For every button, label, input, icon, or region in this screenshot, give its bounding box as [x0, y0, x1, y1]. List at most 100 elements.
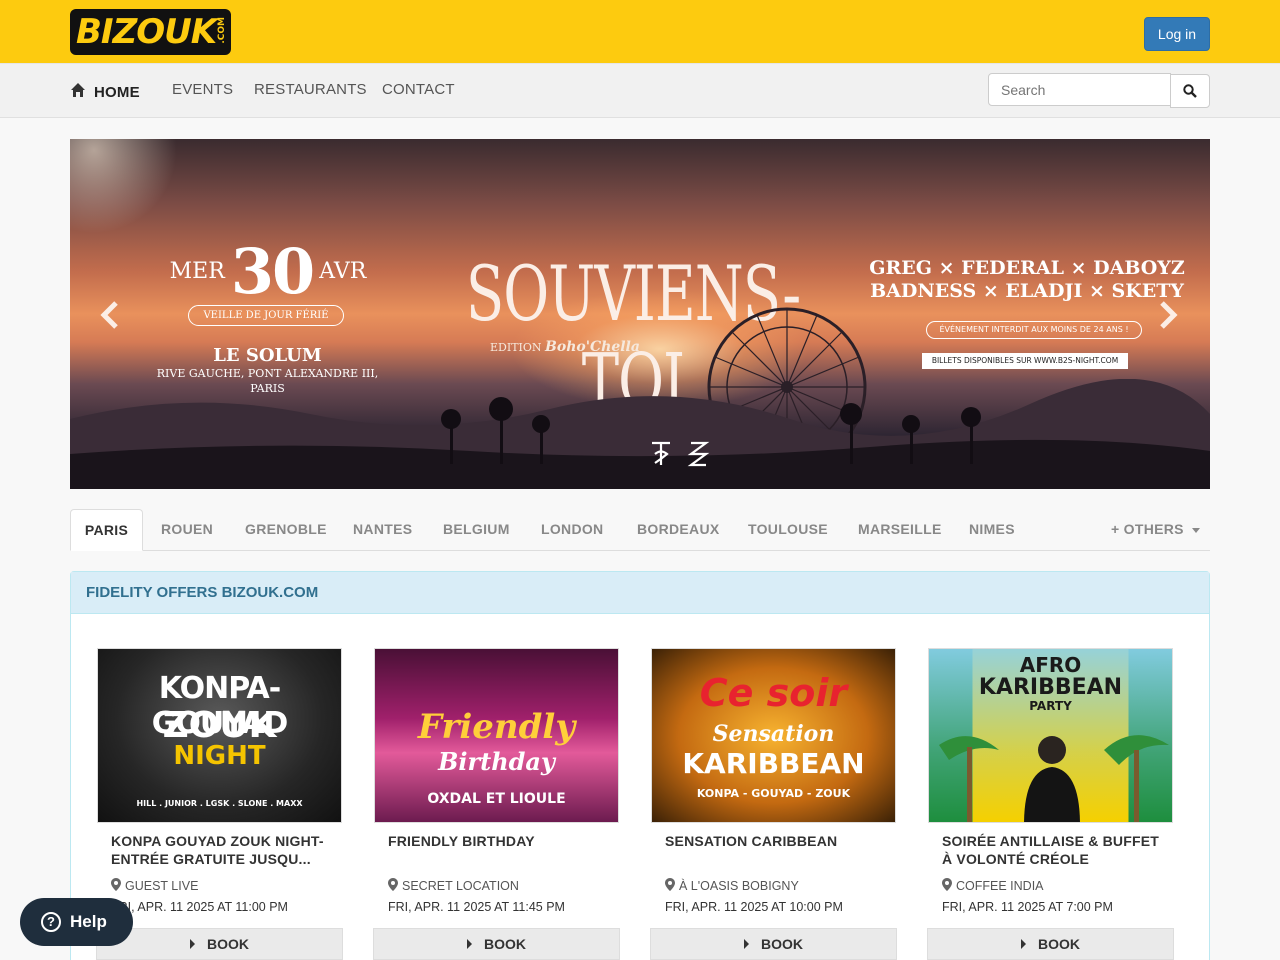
banner-date: MER30 AVR	[148, 235, 388, 308]
nav-home[interactable]: HOME	[70, 81, 140, 101]
poster-line-2: Sensation	[712, 721, 835, 747]
map-marker-icon	[942, 878, 952, 891]
caret-down-icon	[1192, 527, 1201, 533]
tab-london[interactable]: LONDON	[541, 509, 603, 551]
play-icon	[1021, 939, 1026, 949]
event-title[interactable]: FRIENDLY BIRTHDAY	[388, 832, 613, 850]
play-icon	[744, 939, 749, 949]
nav-contact[interactable]: CONTACT	[382, 81, 455, 98]
map-marker-icon	[388, 878, 398, 891]
play-icon	[190, 939, 195, 949]
banner-sponsor-logos	[650, 439, 712, 473]
tab-belgium[interactable]: BELGIUM	[443, 509, 510, 551]
search-input[interactable]	[988, 73, 1171, 106]
banner-tickets: BILLETS DISPONIBLES SUR WWW.B2S-NIGHT.CO…	[922, 353, 1128, 369]
event-location: SECRET LOCATION	[388, 877, 519, 893]
chevron-right-icon	[1160, 301, 1178, 329]
panel-heading: FIDELITY OFFERS BIZOUK.COM	[71, 572, 1209, 614]
book-label: BOOK	[207, 936, 249, 952]
event-location-label: COFFEE INDIA	[956, 879, 1044, 893]
event-poster-image[interactable]: Friendly Birthday OXDAL ET LIOULE	[374, 648, 619, 823]
event-location-label: GUEST LIVE	[125, 879, 199, 893]
event-date: FRI, APR. 11 2025 AT 11:00 PM	[111, 900, 288, 914]
book-button[interactable]: BOOK	[373, 928, 620, 960]
book-label: BOOK	[484, 936, 526, 952]
poster-line-3: NIGHT	[173, 741, 266, 771]
poster-line-1: Ce soir	[699, 671, 848, 715]
help-widget-button[interactable]: ? Help	[20, 898, 133, 946]
palm-tree-illustration	[939, 735, 1169, 822]
banner-edition: EDITION Boho'Chella	[490, 339, 640, 355]
carousel-next-button[interactable]	[1158, 299, 1180, 339]
book-label: BOOK	[1038, 936, 1080, 952]
book-button[interactable]: BOOK	[96, 928, 343, 960]
event-date: FRI, APR. 11 2025 AT 7:00 PM	[942, 900, 1113, 914]
banner-artists-line-1: GREG × FEDERAL × DABOYZ	[869, 257, 1185, 279]
banner-day: MER	[169, 259, 225, 284]
banner-date-num: 30	[230, 235, 315, 308]
poster-line-2: ZOUK	[162, 705, 277, 746]
map-marker-icon	[665, 878, 675, 891]
nav-restaurants[interactable]: RESTAURANTS	[254, 81, 367, 98]
event-poster-image[interactable]: AFRO KARIBBEAN PARTY	[928, 648, 1173, 823]
event-title[interactable]: SOIRÉE ANTILLAISE & BUFFET À VOLONTÉ CRÉ…	[942, 832, 1167, 868]
event-poster-image[interactable]: Ce soir Sensation KARIBBEAN KONPA - GOUY…	[651, 648, 896, 823]
poster-footer: HILL . JUNIOR . LGSK . SLONE . MAXX	[136, 799, 303, 808]
tab-nimes[interactable]: NIMES	[969, 509, 1015, 551]
map-marker-icon	[111, 878, 121, 891]
tab-others-label: + OTHERS	[1111, 521, 1184, 537]
book-button[interactable]: BOOK	[927, 928, 1174, 960]
help-label: Help	[70, 912, 107, 931]
event-location: À L'OASIS BOBIGNY	[665, 877, 799, 893]
search-icon	[1183, 84, 1197, 98]
event-date: FRI, APR. 11 2025 AT 11:45 PM	[388, 900, 565, 914]
event-carousel[interactable]: MER30 AVR VEILLE DE JOUR FÉRIÉ LE SOLUM R…	[70, 139, 1210, 489]
event-location-label: SECRET LOCATION	[402, 879, 519, 893]
banner-veille: VEILLE DE JOUR FÉRIÉ	[188, 305, 344, 326]
carousel-prev-button[interactable]	[98, 299, 120, 339]
poster-footer: KONPA - GOUYAD - ZOUK	[696, 787, 851, 800]
banner-age-warning: ÉVÉNEMENT INTERDIT AUX MOINS DE 24 ANS !	[926, 321, 1142, 339]
event-poster-image[interactable]: KONPA-GOUYAD ZOUK NIGHT HILL . JUNIOR . …	[97, 648, 342, 823]
banner-edition-label: EDITION	[490, 341, 542, 354]
tab-others-dropdown[interactable]: + OTHERS	[1111, 509, 1201, 551]
question-icon: ?	[41, 912, 61, 932]
poster-line-1: AFRO	[1019, 653, 1082, 677]
poster-line-1: Friendly	[417, 707, 576, 747]
event-date: FRI, APR. 11 2025 AT 10:00 PM	[665, 900, 843, 914]
tab-paris[interactable]: PARIS	[70, 509, 143, 551]
poster-line-3: KARIBBEAN	[682, 747, 865, 780]
book-button[interactable]: BOOK	[650, 928, 897, 960]
top-bar: BIZOUK .COM Log in	[0, 0, 1280, 63]
event-title[interactable]: SENSATION CARIBBEAN	[665, 832, 890, 850]
home-icon	[71, 83, 85, 97]
ts-logo-icon	[652, 441, 670, 465]
tab-nantes[interactable]: NANTES	[353, 509, 412, 551]
event-title[interactable]: KONPA GOUYAD ZOUK NIGHT-ENTRÉE GRATUITE …	[111, 832, 336, 868]
event-location: GUEST LIVE	[111, 877, 198, 893]
search-button[interactable]	[1170, 74, 1210, 108]
logo-suffix: .COM	[217, 17, 227, 44]
play-icon	[467, 939, 472, 949]
banner-glow	[70, 139, 190, 249]
nav-home-label: HOME	[94, 84, 140, 101]
nav-events[interactable]: EVENTS	[172, 81, 233, 98]
tab-marseille[interactable]: MARSEILLE	[858, 509, 942, 551]
event-location: COFFEE INDIA	[942, 877, 1044, 893]
tab-rouen[interactable]: ROUEN	[161, 509, 213, 551]
poster-line-2: Birthday	[438, 747, 555, 776]
bizouk-logo[interactable]: BIZOUK .COM	[70, 9, 231, 55]
tab-grenoble[interactable]: GRENOBLE	[245, 509, 327, 551]
tab-bordeaux[interactable]: BORDEAUX	[637, 509, 720, 551]
poster-line-3: PARTY	[1029, 699, 1072, 713]
poster-line-3: OXDAL ET LIOULE	[427, 791, 566, 807]
banner-artists: GREG × FEDERAL × DABOYZ BADNESS × ELADJI…	[862, 257, 1192, 303]
tab-toulouse[interactable]: TOULOUSE	[748, 509, 828, 551]
b2s-logo-icon	[687, 441, 709, 467]
banner-month: AVR	[319, 259, 367, 284]
banner-edition-name: Boho'Chella	[545, 339, 640, 355]
banner-venue-name: LE SOLUM	[213, 345, 322, 366]
login-button[interactable]: Log in	[1144, 17, 1210, 51]
event-location-label: À L'OASIS BOBIGNY	[679, 879, 799, 893]
book-label: BOOK	[761, 936, 803, 952]
